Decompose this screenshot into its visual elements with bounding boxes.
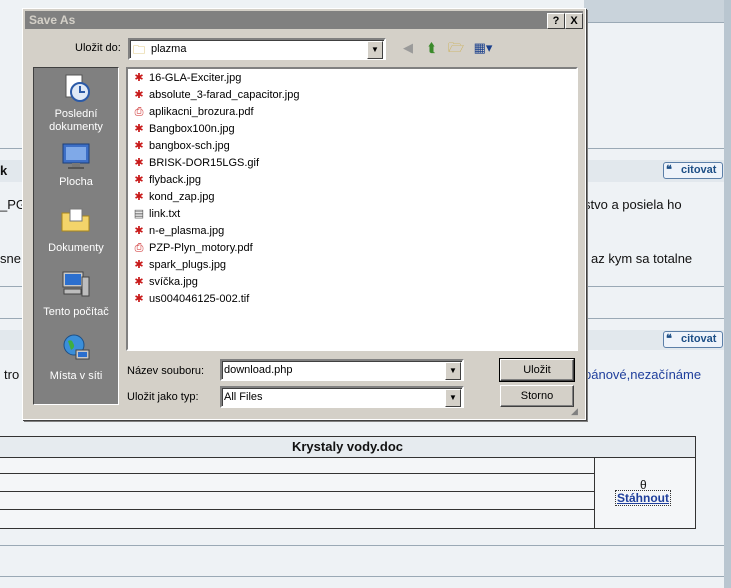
filetype-dropdown[interactable]: All Files ▼ xyxy=(220,386,464,408)
places-bar: Poslední dokumenty Plocha Dokumenty Tent… xyxy=(33,67,119,405)
image-file-icon: ✱ xyxy=(134,293,144,305)
table-row-line xyxy=(0,473,594,474)
chevron-down-icon[interactable]: ▼ xyxy=(445,389,461,407)
image-file-icon: ✱ xyxy=(134,225,144,237)
pdf-file-icon: ⎙ xyxy=(134,106,144,118)
file-name: n-e_plasma.jpg xyxy=(149,225,225,237)
place-network[interactable]: Místa v síti xyxy=(34,332,118,384)
new-folder-icon[interactable]: 🗁 xyxy=(447,39,465,57)
view-menu-icon[interactable]: ▦▾ xyxy=(471,39,495,57)
network-places-icon xyxy=(63,334,90,360)
place-desktop[interactable]: Plocha xyxy=(34,140,118,190)
filetype-label: Uložit jako typ: xyxy=(127,391,199,403)
file-name: absolute_3-farad_capacitor.jpg xyxy=(149,89,300,101)
attachment-name: Krystaly vody.doc xyxy=(0,437,695,458)
pdf-file-icon: ⎙ xyxy=(134,242,144,254)
page-header-strip xyxy=(584,0,731,22)
save-button[interactable]: Uložit xyxy=(499,358,575,382)
post-author-fragment: k xyxy=(0,163,8,178)
table-row-line xyxy=(0,509,594,510)
file-name: spark_plugs.jpg xyxy=(149,259,227,271)
look-in-value: plazma xyxy=(151,43,187,55)
quote-button[interactable]: ❝ citovat xyxy=(663,331,723,348)
image-file-icon: ✱ xyxy=(134,174,144,186)
look-in-label: Uložit do: xyxy=(75,42,121,54)
file-name: kond_zap.jpg xyxy=(149,191,215,203)
place-my-documents[interactable]: Dokumenty xyxy=(34,204,118,256)
file-name: link.txt xyxy=(149,208,181,220)
save-as-dialog: Save As ? X Uložit do: 🗀 plazma ▼ ◀ ⮬ 🗁 … xyxy=(22,8,586,420)
divider xyxy=(0,545,724,546)
chevron-down-icon[interactable]: ▼ xyxy=(445,362,461,380)
file-name: svíčka.jpg xyxy=(149,276,198,288)
file-name: flyback.jpg xyxy=(149,174,201,186)
image-file-icon: ✱ xyxy=(134,191,144,203)
download-link[interactable]: Stáhnout xyxy=(615,490,671,506)
file-name: aplikacni_brozura.pdf xyxy=(149,106,254,118)
file-name: bangbox-sch.jpg xyxy=(149,140,230,152)
dialog-title: Save As xyxy=(29,13,76,27)
dialog-titlebar[interactable]: Save As ? X xyxy=(25,11,583,29)
filename-input[interactable]: download.php ▼ xyxy=(220,359,464,381)
image-file-icon: ✱ xyxy=(134,72,144,84)
text-file-icon: ▤ xyxy=(133,208,145,220)
file-name: 16-GLA-Exciter.jpg xyxy=(149,72,242,84)
quote-bubble-icon: ❝ xyxy=(666,164,672,176)
help-button[interactable]: ? xyxy=(547,13,565,29)
my-computer-icon xyxy=(62,271,90,297)
page-scrollbar[interactable] xyxy=(724,0,731,588)
image-file-icon: ✱ xyxy=(134,123,144,135)
file-name: BRISK-DOR15LGS.gif xyxy=(149,157,260,169)
cancel-button[interactable]: Storno xyxy=(500,385,574,407)
filename-label: Název souboru: xyxy=(127,365,205,377)
my-documents-folder-icon xyxy=(61,208,90,232)
attachment-table: Krystaly vody.doc xyxy=(0,436,696,529)
divider xyxy=(0,576,724,577)
place-my-computer[interactable]: Tento počítač xyxy=(34,268,118,320)
table-column-line xyxy=(594,457,595,528)
file-name: Bangbox100n.jpg xyxy=(149,123,235,135)
folder-icon: 🗀 xyxy=(133,43,146,57)
chevron-down-icon[interactable]: ▼ xyxy=(367,41,383,59)
image-file-icon: ✱ xyxy=(134,276,144,288)
post-text-fragment: tro xyxy=(4,367,20,382)
back-icon[interactable]: ◀ xyxy=(399,39,417,57)
post-text-fragment: az kym sa totalne xyxy=(591,251,693,266)
divider xyxy=(584,22,731,23)
up-one-level-icon[interactable]: ⮬ xyxy=(423,39,441,57)
post-link[interactable]: pánové,nezačínáme xyxy=(584,367,701,382)
image-file-icon: ✱ xyxy=(134,89,144,101)
resize-grip-icon[interactable]: ◢ xyxy=(571,405,583,417)
filename-value: download.php xyxy=(224,364,293,376)
filetype-value: All Files xyxy=(224,391,263,403)
image-file-icon: ✱ xyxy=(134,157,144,169)
quote-button[interactable]: ❝ citovat xyxy=(663,162,723,179)
image-file-icon: ✱ xyxy=(134,259,144,271)
look-in-dropdown[interactable]: 🗀 plazma ▼ xyxy=(128,38,386,60)
desktop-icon xyxy=(62,143,90,169)
file-list[interactable]: ✱ 16-GLA-Exciter.jpg ✱ absolute_3-farad_cap… xyxy=(126,67,578,351)
post-text-fragment: sne xyxy=(0,251,21,266)
file-name: us004046125-002.tif xyxy=(149,293,250,305)
close-button[interactable]: X xyxy=(565,13,583,29)
place-recent-documents[interactable]: Poslední dokumenty xyxy=(34,72,118,134)
image-file-icon: ✱ xyxy=(134,140,144,152)
table-row-line xyxy=(0,491,594,492)
post-text-fragment: stvo a posiela ho xyxy=(584,197,682,212)
recent-documents-icon xyxy=(65,74,90,102)
quote-bubble-icon: ❝ xyxy=(666,333,672,345)
file-name: PZP-Plyn_motory.pdf xyxy=(149,242,253,254)
